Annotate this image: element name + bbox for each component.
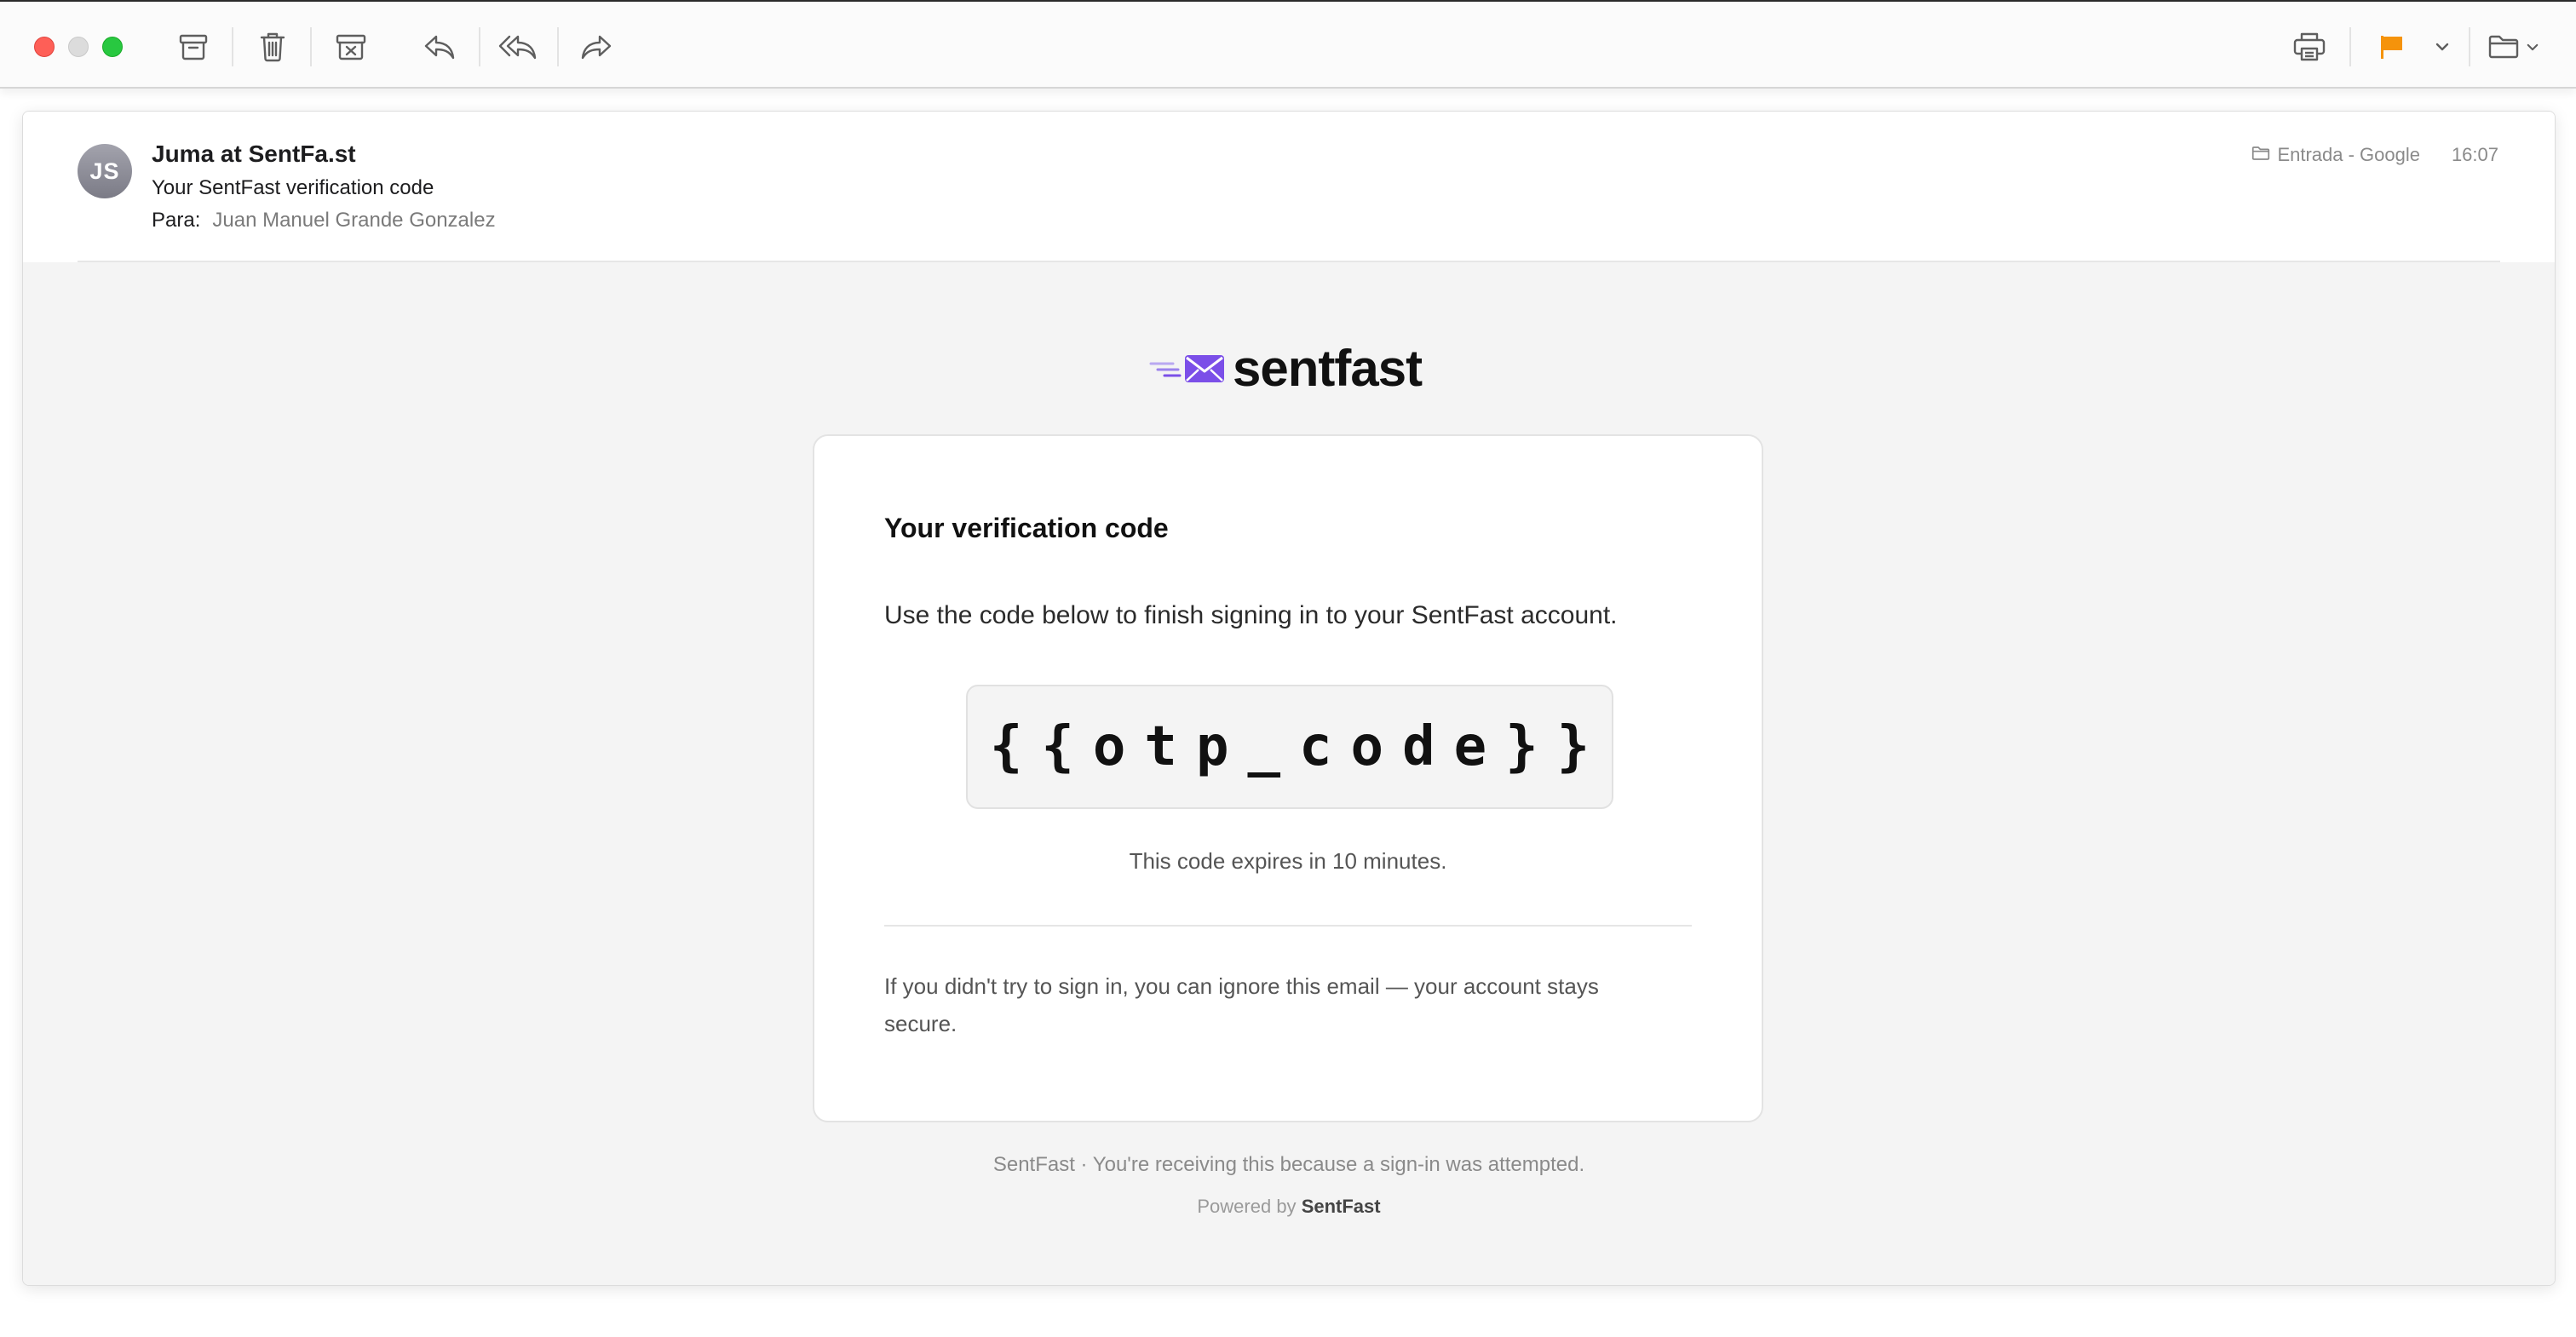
recipient-row: Para: Juan Manuel Grande Gonzalez <box>152 209 496 232</box>
message-viewer: JS Juma at SentFa.st Your SentFast verif… <box>22 111 2556 1286</box>
flag-menu-button[interactable] <box>2421 26 2464 68</box>
archive-icon <box>178 32 209 61</box>
folder-icon <box>2487 34 2539 60</box>
flag-button[interactable] <box>2368 26 2416 68</box>
chevron-down-icon <box>2435 43 2449 51</box>
reply-button[interactable] <box>416 26 463 68</box>
reply-icon <box>423 33 456 60</box>
trash-icon <box>259 32 286 62</box>
email-body: sentfast Your verification code Use the … <box>23 262 2555 1285</box>
to-label: Para: <box>152 209 201 232</box>
message-header: JS Juma at SentFa.st Your SentFast verif… <box>23 112 2555 262</box>
zoom-window-button[interactable] <box>102 37 123 57</box>
reply-all-button[interactable] <box>494 26 542 68</box>
card-text: Use the code below to finish signing in … <box>884 601 1618 629</box>
sender-name[interactable]: Juma at SentFa.st <box>152 141 356 168</box>
expiry-note: This code expires in 10 minutes. <box>1129 848 1447 874</box>
brand-name: sentfast <box>1233 340 1423 397</box>
delete-button[interactable] <box>249 26 296 68</box>
recipient-name[interactable]: Juan Manuel Grande Gonzalez <box>212 209 495 232</box>
message-subject: Your SentFast verification code <box>152 176 434 199</box>
avatar[interactable]: JS <box>78 144 132 198</box>
junk-button[interactable] <box>327 26 375 68</box>
forward-icon <box>580 33 612 60</box>
powered-by: Powered by SentFast <box>23 1196 2555 1218</box>
message-time: 16:07 <box>2451 144 2498 165</box>
print-icon <box>2292 32 2326 62</box>
minimize-window-button[interactable] <box>68 37 89 57</box>
print-button[interactable] <box>2286 26 2333 68</box>
card-title: Your verification code <box>884 513 1169 543</box>
move-to-folder-button[interactable] <box>2481 26 2545 68</box>
close-window-button[interactable] <box>34 37 55 57</box>
forward-button[interactable] <box>572 26 620 68</box>
card-divider <box>884 925 1692 927</box>
flag-icon <box>2378 33 2406 60</box>
security-disclaimer: If you didn't try to sign in, you can ig… <box>884 973 1599 1036</box>
brand-logo: sentfast <box>1149 339 1423 398</box>
mailbox-name: Entrada - Google <box>2277 144 2420 165</box>
powered-by-label: Powered by <box>1197 1196 1297 1217</box>
verification-card: Your verification code Use the code belo… <box>813 434 1763 1122</box>
verification-code[interactable]: {{otp_code}} <box>966 685 1613 809</box>
mailbox-label: Entrada - Google <box>2251 144 2420 166</box>
powered-by-link[interactable]: SentFast <box>1302 1196 1381 1217</box>
archive-button[interactable] <box>170 26 217 68</box>
email-footer: SentFast · You're receiving this because… <box>992 1153 1585 1176</box>
junk-icon <box>335 32 367 61</box>
reply-all-icon <box>498 33 538 60</box>
toolbar <box>0 0 2576 89</box>
folder-icon <box>2251 144 2270 166</box>
envelope-logo-icon <box>1149 347 1228 390</box>
